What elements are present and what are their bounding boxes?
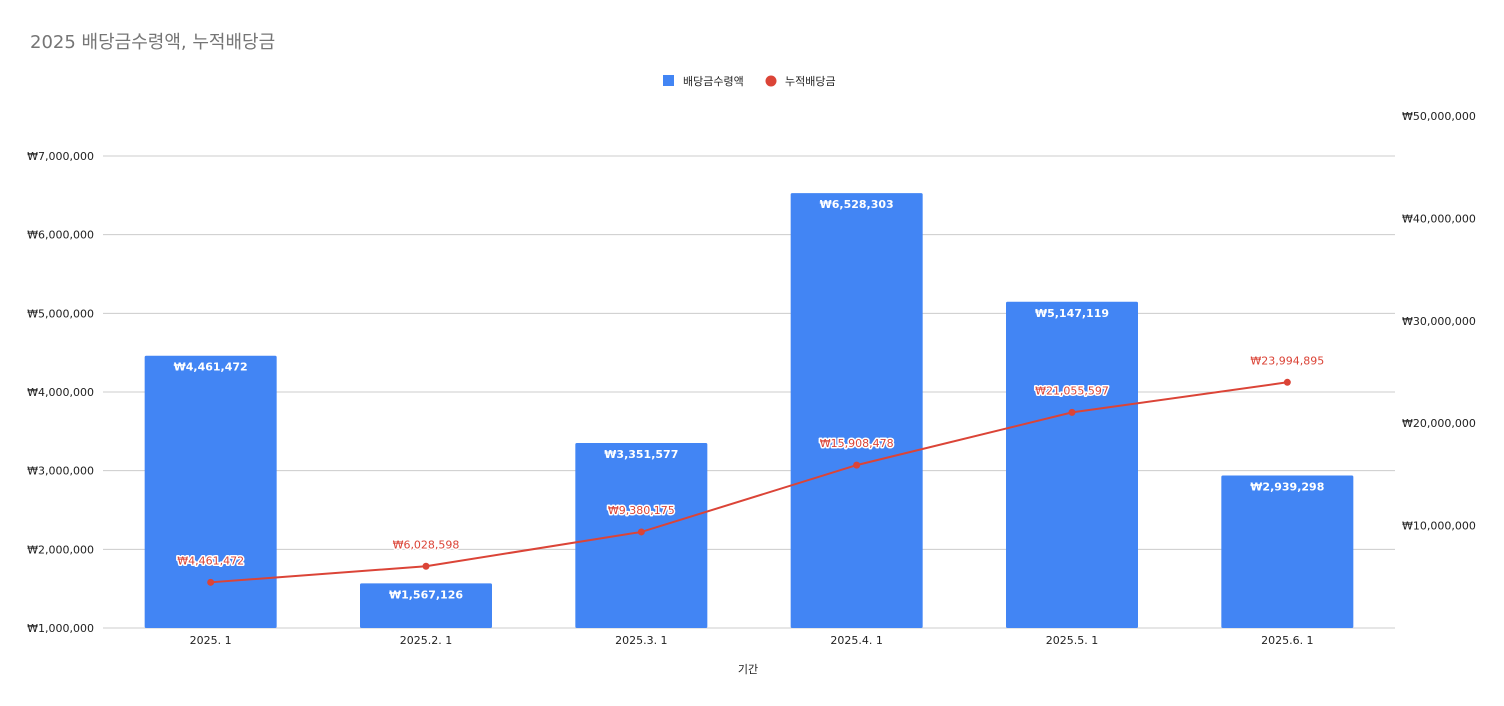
x-axis-ticks: 2025. 1 2025.2. 1 2025.3. 1 2025.4. 1 2025.5… <box>190 634 1314 647</box>
gridlines <box>103 155 1395 629</box>
left-axis-ticks: ₩1,000,000 ₩2,000,000 ₩3,000,000 ₩4,000,000… <box>27 150 94 635</box>
line-data-label: ₩4,461,472 <box>177 554 244 567</box>
right-tick-label: ₩20,000,000 <box>1402 417 1476 430</box>
bar[interactable] <box>1006 301 1138 628</box>
bar-data-label: ₩6,528,303 <box>820 198 894 211</box>
x-tick-label: 2025.2. 1 <box>400 634 452 647</box>
right-tick-label: ₩50,000,000 <box>1402 110 1476 123</box>
right-tick-label: ₩30,000,000 <box>1402 315 1476 328</box>
line-point[interactable] <box>637 528 645 536</box>
line-data-label: ₩15,908,478 <box>820 437 894 450</box>
bar-data-label: ₩2,939,298 <box>1250 480 1324 493</box>
left-tick-label: ₩4,000,000 <box>27 386 94 399</box>
right-tick-label: ₩40,000,000 <box>1402 212 1476 225</box>
line-point[interactable] <box>207 578 215 586</box>
legend-label-bar: 배당금수령액 <box>683 75 744 88</box>
bar-data-label: ₩1,567,126 <box>389 588 463 601</box>
line-data-label: ₩9,380,175 <box>608 504 675 517</box>
line-data-label: ₩6,028,598 <box>393 538 460 551</box>
legend-swatch-bar <box>663 75 674 86</box>
chart-title: 2025 배당금수령액, 누적배당금 <box>30 32 275 53</box>
x-tick-label: 2025.4. 1 <box>830 634 882 647</box>
legend-label-line: 누적배당금 <box>785 75 836 88</box>
line-data-label: ₩21,055,597 <box>1035 384 1109 397</box>
bar[interactable] <box>575 443 708 628</box>
x-axis-title: 기간 <box>738 663 758 676</box>
bar[interactable] <box>144 355 277 628</box>
right-tick-label: ₩10,000,000 <box>1402 520 1476 533</box>
bar-data-label: ₩4,461,472 <box>174 361 248 374</box>
line-point[interactable] <box>422 562 430 570</box>
bar[interactable] <box>790 193 923 629</box>
line-point[interactable] <box>853 461 861 469</box>
left-tick-label: ₩2,000,000 <box>27 543 94 556</box>
line-point[interactable] <box>1068 408 1076 416</box>
bar-data-label: ₩5,147,119 <box>1035 307 1109 320</box>
bar-series <box>144 193 1354 629</box>
x-tick-label: 2025.3. 1 <box>615 634 667 647</box>
bar-data-labels: ₩4,461,472 ₩1,567,126 ₩3,351,577 ₩6,528,303… <box>174 198 1325 601</box>
legend-swatch-line <box>765 75 777 87</box>
left-tick-label: ₩6,000,000 <box>27 229 94 242</box>
bar[interactable] <box>1221 475 1354 628</box>
left-tick-label: ₩3,000,000 <box>27 465 94 478</box>
x-tick-label: 2025. 1 <box>190 634 232 647</box>
x-tick-label: 2025.5. 1 <box>1046 634 1098 647</box>
left-tick-label: ₩5,000,000 <box>27 307 94 320</box>
chart-container: 2025 배당금수령액, 누적배당금 배당금수령액 누적배당금 ₩1,000,00… <box>0 0 1504 706</box>
line-series: ₩4,461,472 ₩6,028,598 ₩9,380,175 ₩15,908,47… <box>176 353 1326 586</box>
line-point[interactable] <box>1283 378 1291 386</box>
left-tick-label: ₩1,000,000 <box>27 622 94 635</box>
bar-data-label: ₩3,351,577 <box>604 448 678 461</box>
x-tick-label: 2025.6. 1 <box>1261 634 1313 647</box>
line-data-label: ₩23,994,895 <box>1250 354 1324 367</box>
right-axis-ticks: ₩10,000,000 ₩20,000,000 ₩30,000,000 ₩40,000… <box>1402 110 1476 533</box>
combo-chart: 2025 배당금수령액, 누적배당금 배당금수령액 누적배당금 ₩1,000,00… <box>27 32 1476 676</box>
legend[interactable]: 배당금수령액 누적배당금 <box>663 75 836 88</box>
left-tick-label: ₩7,000,000 <box>27 150 94 163</box>
